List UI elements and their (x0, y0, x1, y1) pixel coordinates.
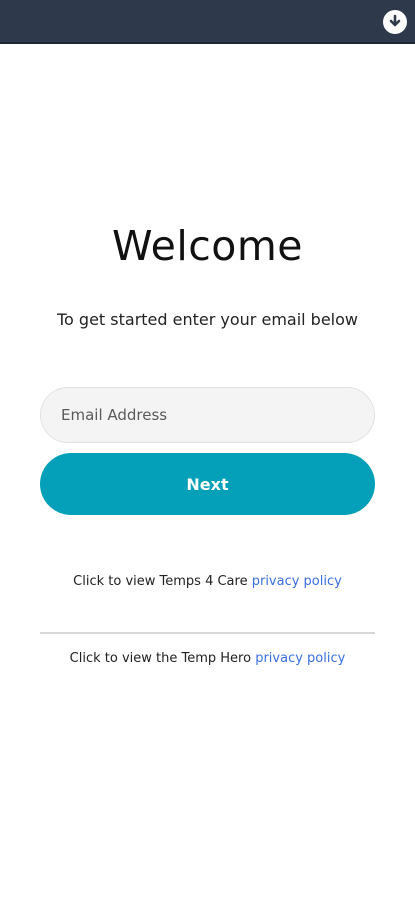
divider (40, 632, 375, 634)
temps4care-policy-line: Click to view Temps 4 Care privacy polic… (0, 574, 415, 589)
top-bar (0, 0, 415, 44)
temphero-policy-line: Click to view the Temp Hero privacy poli… (0, 651, 415, 666)
next-button[interactable]: Next (40, 453, 375, 515)
email-field[interactable] (40, 387, 375, 443)
policy-prefix: Click to view Temps 4 Care (73, 574, 248, 589)
welcome-title: Welcome (111, 222, 304, 270)
welcome-subtitle: To get started enter your email below (57, 310, 358, 329)
download-icon[interactable] (383, 10, 407, 34)
policy-prefix: Click to view the Temp Hero (69, 651, 252, 666)
login-screen: Welcome To get started enter your email … (0, 44, 415, 900)
temphero-privacy-policy-link[interactable]: privacy policy (255, 651, 345, 666)
temps4care-privacy-policy-link[interactable]: privacy policy (252, 574, 342, 589)
